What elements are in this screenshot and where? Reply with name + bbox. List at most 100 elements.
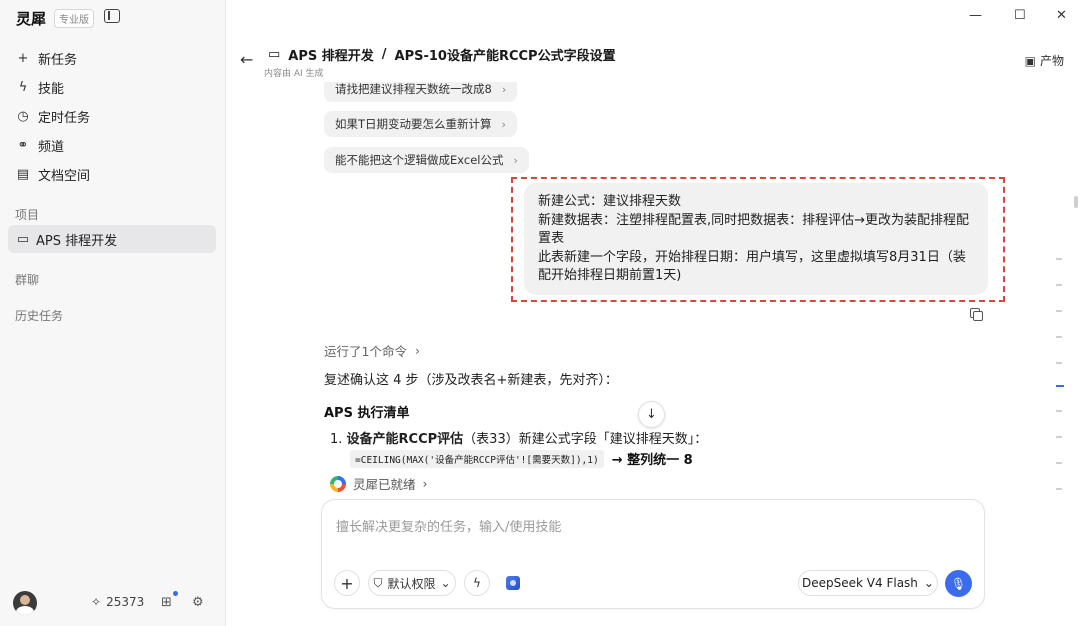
composer: + ⛉ 默认权限 ⌄ ϟ DeepSeek V4 Flash ⌄ 🎙 <box>321 499 985 609</box>
document-icon: ▤ <box>16 167 30 182</box>
channel-icon: ⚭ <box>17 138 29 153</box>
close-icon[interactable]: ✕ <box>1056 8 1067 23</box>
ai-generated-note: 内容由 AI 生成 <box>264 69 324 79</box>
list-item-bold: 设备产能RCCP评估 <box>346 432 464 447</box>
chat-thread: 请找把建议排程天数统一改成8 › 如果T日期变动要怎么重新计算 › 能不能把这个… <box>226 82 1080 496</box>
chevron-right-icon: › <box>414 343 420 358</box>
settings-icon[interactable]: ⚙ <box>192 595 204 610</box>
minimap-tick[interactable] <box>1056 488 1062 490</box>
brand: 灵犀 专业版 <box>16 8 95 29</box>
breadcrumb-separator: / <box>381 47 387 62</box>
sidebar-item-scheduled-tasks[interactable]: ◷ 定时任务 <box>8 102 216 131</box>
window-controls: — ☐ ✕ <box>920 0 1080 34</box>
points-counter[interactable]: ✧ 25373 <box>91 595 144 609</box>
suggestion-chip[interactable]: 能不能把这个逻辑做成Excel公式 › <box>324 147 529 173</box>
lightning-icon: ϟ <box>18 80 28 95</box>
minimap-tick[interactable] <box>1056 462 1062 464</box>
notification-dot <box>173 591 178 596</box>
chevron-right-icon: › <box>513 153 518 167</box>
avatar[interactable] <box>13 591 37 615</box>
minimap-tick[interactable] <box>1056 336 1062 338</box>
maximize-icon[interactable]: ☐ <box>1014 8 1026 23</box>
sidebar-item-label: 技能 <box>38 82 65 97</box>
chevron-right-icon: › <box>501 82 507 96</box>
model-selector[interactable]: DeepSeek V4 Flash ⌄ <box>798 570 938 596</box>
ran-command-label: 运行了1个命令 <box>324 344 407 359</box>
scrollbar-thumb[interactable] <box>1074 196 1078 208</box>
artifacts-label: 产物 <box>1039 54 1064 68</box>
suggestion-chip[interactable]: 如果T日期变动要怎么重新计算 › <box>324 111 517 137</box>
suggestion-chip[interactable]: 请找把建议排程天数统一改成8 › <box>324 82 518 102</box>
assistant-reply-intro: 复述确认这 4 步（涉及改表名+新建表，先对齐）： <box>324 373 618 388</box>
minimap-tick[interactable] <box>1056 284 1062 286</box>
minimap-tick[interactable] <box>1056 410 1062 412</box>
task-header: ← ▭ APS 排程开发 / APS-10设备产能RCCP公式字段设置 内容由 … <box>226 34 1080 82</box>
chevron-down-icon: ⌄ <box>923 576 934 590</box>
formula-code: =CEILING(MAX('设备产能RCCP评估'![需要天数]),1) <box>350 449 604 468</box>
minimap-tick[interactable] <box>1056 310 1062 312</box>
history-section-label[interactable]: 历史任务 <box>15 307 63 324</box>
chevron-down-icon: ⌄ <box>440 576 451 590</box>
box-icon: ▣ <box>1024 53 1036 68</box>
formula-result: → 整列统一 8 <box>611 453 693 468</box>
skills-button[interactable]: ϟ <box>464 570 490 596</box>
microphone-icon: 🎙 <box>950 576 967 591</box>
lingxi-logo-icon <box>330 475 346 492</box>
user-message-line: 新建公式：建议排程天数 <box>538 194 682 209</box>
app-plugin-icon[interactable] <box>506 576 520 590</box>
suggestion-label: 如果T日期变动要怎么重新计算 <box>335 117 492 131</box>
sidebar-item-docs[interactable]: ▤ 文档空间 <box>8 160 216 189</box>
suggestion-label: 请找把建议排程天数统一改成8 <box>335 82 492 96</box>
copy-icon[interactable] <box>970 308 983 321</box>
status-ready[interactable]: 灵犀已就绪 › <box>330 474 428 493</box>
clock-icon: ◷ <box>17 109 29 124</box>
edition-badge: 专业版 <box>54 9 95 28</box>
minimap-tick-active[interactable] <box>1056 385 1064 387</box>
sidebar-nav: + 新任务 ϟ 技能 ◷ 定时任务 ⚭ 频道 ▤ 文档空间 <box>8 44 216 189</box>
project-label: APS 排程开发 <box>36 233 118 249</box>
sidebar-item-project-aps[interactable]: ▭ APS 排程开发 <box>8 225 216 253</box>
checklist-item: 1. 设备产能RCCP评估（表33）新建公式字段「建议排程天数」： <box>330 428 707 447</box>
permission-dropdown[interactable]: ⛉ 默认权限 ⌄ <box>368 570 456 596</box>
app-name: 灵犀 <box>16 10 47 28</box>
user-message-line: 新建数据表：注塑排程配置表,同时把数据表：排程评估→更改为装配排程配置表 <box>538 212 970 247</box>
plus-icon: + <box>340 573 354 593</box>
sidebar-item-label: 新任务 <box>38 53 78 68</box>
model-name: DeepSeek V4 Flash <box>802 576 918 590</box>
prompt-input[interactable] <box>336 514 956 540</box>
breadcrumb: ▭ APS 排程开发 / APS-10设备产能RCCP公式字段设置 <box>268 45 616 64</box>
minimap-tick[interactable] <box>1056 436 1062 438</box>
group-chat-section-label[interactable]: 群聊 <box>15 271 39 288</box>
folder-icon: ▭ <box>268 47 281 62</box>
sidebar-item-channels[interactable]: ⚭ 频道 <box>8 131 216 160</box>
user-message-bubble: 新建公式：建议排程天数 新建数据表：注塑排程配置表,同时把数据表：排程评估→更改… <box>524 183 988 295</box>
chevron-right-icon: › <box>501 117 506 131</box>
sidebar-toggle-icon[interactable] <box>104 9 120 23</box>
suggestion-label: 能不能把这个逻辑做成Excel公式 <box>335 153 504 167</box>
scroll-to-bottom-button[interactable]: ↓ <box>638 401 665 428</box>
attach-button[interactable]: + <box>334 570 360 596</box>
status-ready-label: 灵犀已就绪 <box>353 477 416 492</box>
voice-input-button[interactable]: 🎙 <box>945 570 972 597</box>
artifacts-button[interactable]: ▣ 产物 <box>1025 52 1064 69</box>
user-message-line: 此表新建一个字段，开始排程日期：用户填写，这里虚拟填写8月31日（装配开始排程日… <box>538 249 966 284</box>
gift-icon[interactable]: ⊞ <box>161 595 172 610</box>
points-value: 25373 <box>106 595 145 609</box>
shield-icon: ⛉ <box>373 575 383 590</box>
permission-label: 默认权限 <box>387 576 436 591</box>
ran-command-toggle[interactable]: 运行了1个命令 › <box>324 341 420 360</box>
minimap-tick[interactable] <box>1056 258 1062 260</box>
arrow-down-icon: ↓ <box>646 407 657 422</box>
folder-icon: ▭ <box>16 231 30 247</box>
page-title: APS-10设备产能RCCP公式字段设置 <box>394 49 616 64</box>
breadcrumb-project[interactable]: APS 排程开发 <box>288 45 373 64</box>
sidebar-item-skills[interactable]: ϟ 技能 <box>8 73 216 102</box>
minimize-icon[interactable]: — <box>969 8 982 23</box>
lightning-icon: ϟ <box>473 576 481 590</box>
formula-line: =CEILING(MAX('设备产能RCCP评估'![需要天数]),1) → 整… <box>350 449 693 468</box>
sidebar-item-new-task[interactable]: + 新任务 <box>8 44 216 73</box>
back-arrow-icon[interactable]: ← <box>240 50 253 69</box>
sidebar-item-label: 频道 <box>38 140 65 155</box>
sidebar-footer: ✧ 25373 ⊞ ⚙ <box>0 588 226 618</box>
minimap-tick[interactable] <box>1056 362 1062 364</box>
